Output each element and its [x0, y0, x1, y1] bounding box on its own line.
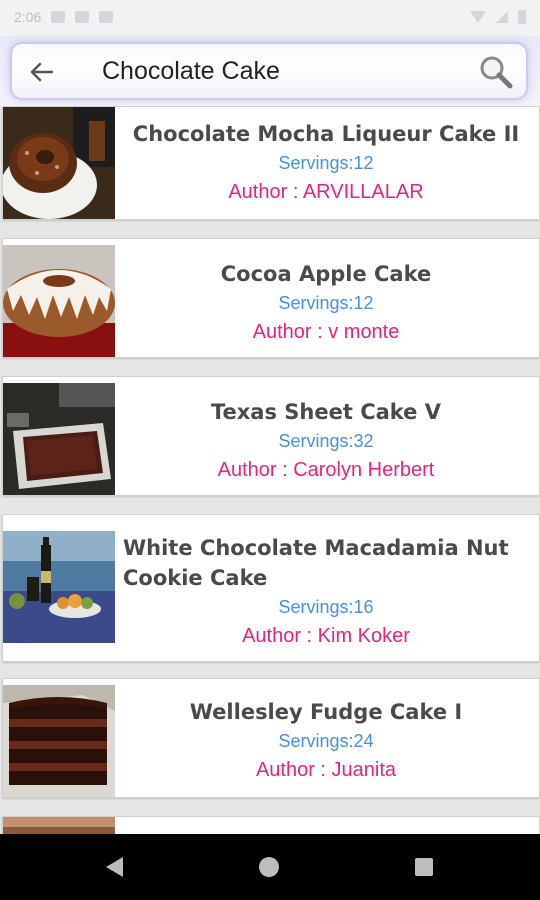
search-header: Chocolate Cake	[0, 36, 540, 106]
recipe-title: White Chocolate Macadamia Nut Cookie Cak…	[123, 536, 509, 590]
recipe-servings: Servings:16	[278, 597, 374, 617]
signal-icon	[496, 11, 508, 23]
recipe-image	[3, 107, 115, 219]
recipe-list[interactable]: Chocolate Mocha Liqueur Cake II Servings…	[0, 106, 540, 834]
recipe-author: Author : Carolyn Herbert	[217, 459, 435, 481]
notification-icon	[51, 11, 66, 23]
recipe-image	[3, 817, 115, 834]
square-recent-icon[interactable]	[415, 858, 433, 876]
circle-home-icon[interactable]	[259, 857, 279, 877]
recipe-title: Cocoa Apple Cake	[220, 262, 432, 286]
recipe-info: Cocoa Apple Cake Servings:12 Author : v …	[119, 239, 533, 357]
wifi-icon	[470, 11, 486, 23]
status-time: 2:06	[14, 9, 42, 25]
recipe-author: Author : Juanita	[255, 759, 397, 781]
search-bar[interactable]: Chocolate Cake	[10, 42, 528, 100]
recipe-info: Texas Sheet Cake V Servings:32 Author : …	[119, 377, 533, 495]
recipe-info: Chocolate Mocha Liqueur Cake II Servings…	[119, 107, 533, 219]
recipe-author: Author : Kim Koker	[242, 625, 410, 647]
navigation-bar	[0, 834, 540, 900]
list-item[interactable]: Chocolate Mocha Liqueur Cake II Servings…	[2, 106, 540, 220]
recipe-servings: Servings:12	[278, 153, 374, 173]
status-bar: 2:06	[0, 0, 540, 36]
search-input[interactable]: Chocolate Cake	[102, 57, 280, 86]
recipe-image	[3, 239, 115, 357]
notification-icon	[75, 11, 90, 23]
recipe-author: Author : v monte	[252, 321, 400, 343]
recipe-servings: Servings:32	[278, 431, 374, 451]
recipe-info: Wellesley Fudge Cake I Servings:24 Autho…	[119, 679, 533, 797]
recipe-title: Wellesley Fudge Cake I	[189, 700, 463, 724]
list-item[interactable]: White Chocolate Macadamia Nut Cookie Cak…	[2, 514, 540, 662]
list-item[interactable]: Wellesley Fudge Cake I Servings:24 Autho…	[2, 678, 540, 798]
recipe-author: Author : ARVILLALAR	[228, 181, 424, 203]
list-item[interactable]: Texas Sheet Cake V Servings:32 Author : …	[2, 376, 540, 496]
list-item[interactable]	[2, 816, 540, 834]
recipe-title: Chocolate Mocha Liqueur Cake II	[132, 122, 520, 146]
recipe-info: White Chocolate Macadamia Nut Cookie Cak…	[119, 515, 533, 661]
recipe-image	[3, 377, 115, 495]
recipe-image	[3, 515, 115, 661]
list-item[interactable]: Cocoa Apple Cake Servings:12 Author : v …	[2, 238, 540, 358]
recipe-title: Texas Sheet Cake V	[210, 400, 441, 424]
battery-icon	[518, 10, 526, 24]
recipe-image	[3, 679, 115, 797]
arrow-left-icon[interactable]	[26, 57, 56, 87]
notification-icon	[99, 11, 114, 23]
magnifier-icon[interactable]	[478, 54, 514, 90]
recipe-servings: Servings:12	[278, 293, 374, 313]
triangle-back-icon[interactable]	[104, 856, 126, 878]
recipe-servings: Servings:24	[278, 731, 374, 751]
